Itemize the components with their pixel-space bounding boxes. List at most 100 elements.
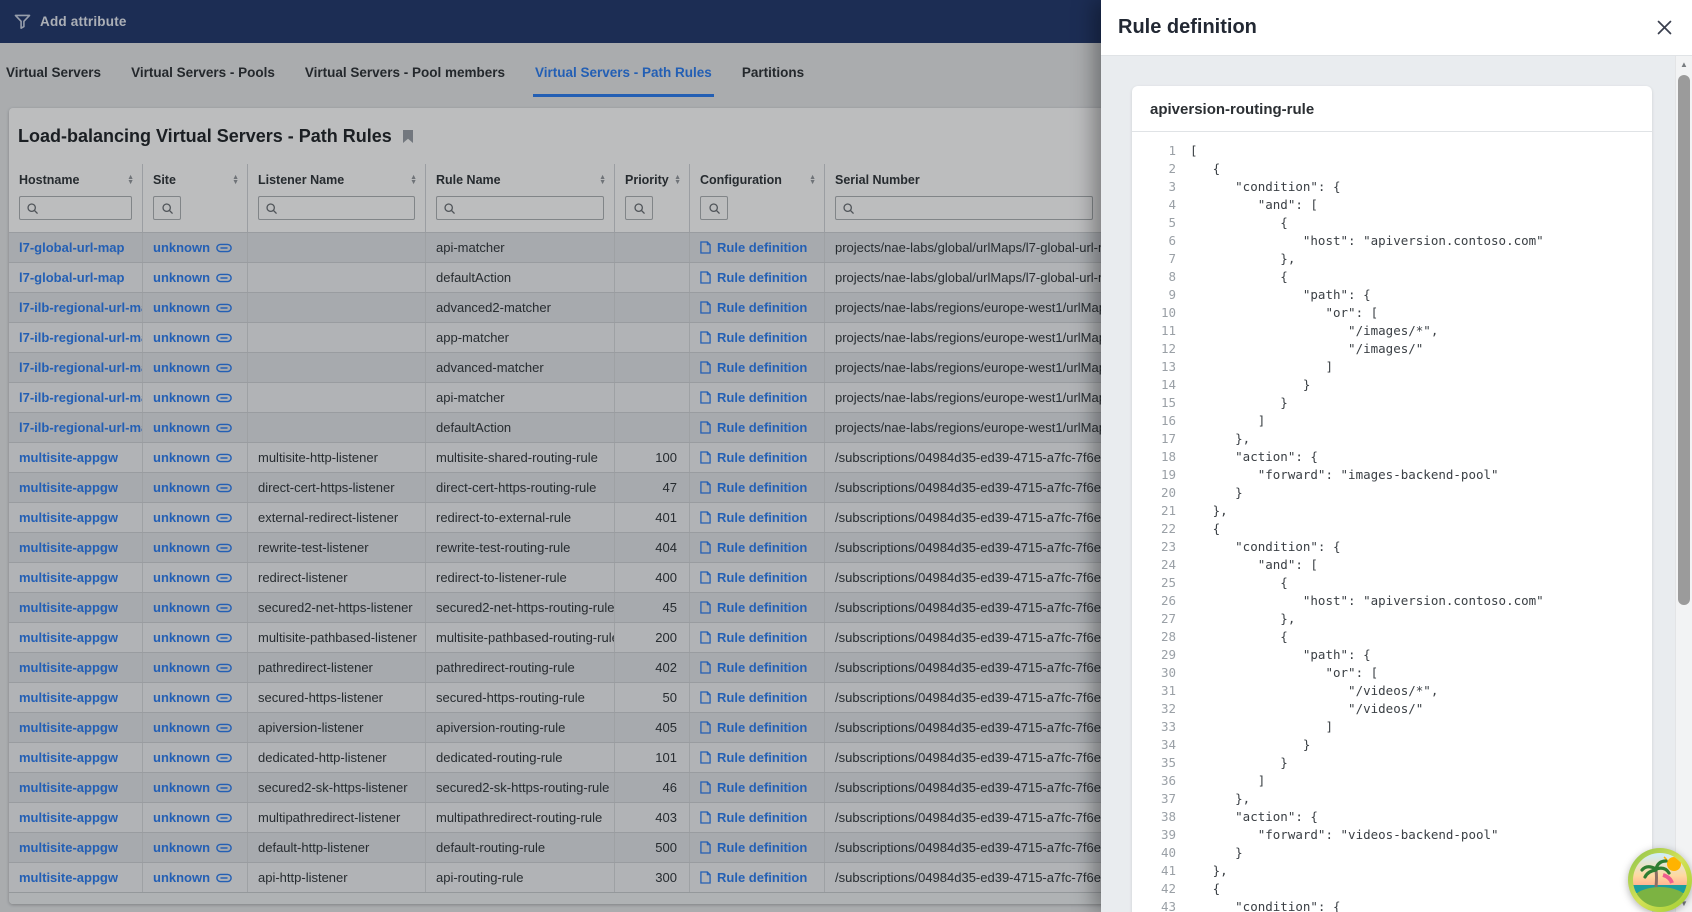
serial-number-value: /subscriptions/04984d35-ed39-4715-a7fc-7… <box>835 870 1101 885</box>
sort-arrows-icon[interactable]: ▲▼ <box>127 175 134 186</box>
rule-definition-link[interactable]: Rule definition <box>700 870 807 885</box>
site-link[interactable]: unknown <box>153 870 232 885</box>
drawer-scrollbar[interactable]: ▲ ▼ <box>1675 56 1692 912</box>
hostname-link[interactable]: l7-ilb-regional-url-map <box>19 330 143 345</box>
hostname-link[interactable]: multisite-appgw <box>19 810 118 825</box>
site-search-input[interactable] <box>153 196 181 220</box>
tab-virtual-servers[interactable]: Virtual Servers <box>4 65 103 97</box>
rule-definition-link[interactable]: Rule definition <box>700 420 807 435</box>
rule-definition-link[interactable]: Rule definition <box>700 300 807 315</box>
serial-number-cell: /subscriptions/04984d35-ed39-4715-a7fc-7… <box>825 653 1101 682</box>
rule-definition-link[interactable]: Rule definition <box>700 450 807 465</box>
site-link[interactable]: unknown <box>153 750 232 765</box>
rule-definition-link[interactable]: Rule definition <box>700 570 807 585</box>
rule-name-search-input[interactable] <box>436 196 604 220</box>
rule-definition-link[interactable]: Rule definition <box>700 510 807 525</box>
rule-definition-link[interactable]: Rule definition <box>700 330 807 345</box>
rule-definition-link[interactable]: Rule definition <box>700 480 807 495</box>
table-row: l7-ilb-regional-url-mapunknownapp-matche… <box>9 322 1101 352</box>
sort-arrows-icon[interactable]: ▲▼ <box>599 175 606 186</box>
listener-name-search-input[interactable] <box>258 196 415 220</box>
rule-definition-link[interactable]: Rule definition <box>700 360 807 375</box>
sort-arrows-icon[interactable]: ▲▼ <box>232 175 239 186</box>
rule-definition-link[interactable]: Rule definition <box>700 690 807 705</box>
site-link[interactable]: unknown <box>153 360 232 375</box>
site-link[interactable]: unknown <box>153 660 232 675</box>
rule-definition-link[interactable]: Rule definition <box>700 840 807 855</box>
rule-definition-link[interactable]: Rule definition <box>700 240 807 255</box>
site-link[interactable]: unknown <box>153 720 232 735</box>
sort-arrows-icon[interactable]: ▲▼ <box>410 175 417 186</box>
hostname-link[interactable]: l7-global-url-map <box>19 270 124 285</box>
rule-definition-link[interactable]: Rule definition <box>700 630 807 645</box>
rule-definition-link[interactable]: Rule definition <box>700 720 807 735</box>
rule-definition-link[interactable]: Rule definition <box>700 540 807 555</box>
hostname-link[interactable]: multisite-appgw <box>19 720 118 735</box>
scroll-up-arrow-icon[interactable]: ▲ <box>1676 60 1692 69</box>
hostname-link[interactable]: l7-ilb-regional-url-map <box>19 360 143 375</box>
bookmark-icon[interactable] <box>402 129 414 144</box>
rule-definition-link[interactable]: Rule definition <box>700 810 807 825</box>
rule-definition-drawer: Rule definition apiversion-routing-rule … <box>1101 0 1692 912</box>
rule-definition-link[interactable]: Rule definition <box>700 750 807 765</box>
site-link[interactable]: unknown <box>153 540 232 555</box>
rule-definition-link[interactable]: Rule definition <box>700 600 807 615</box>
hostname-link[interactable]: multisite-appgw <box>19 750 118 765</box>
rule-definition-link[interactable]: Rule definition <box>700 390 807 405</box>
sort-arrows-icon[interactable]: ▲▼ <box>674 175 681 186</box>
hostname-link[interactable]: multisite-appgw <box>19 660 118 675</box>
site-link[interactable]: unknown <box>153 690 232 705</box>
site-link[interactable]: unknown <box>153 270 232 285</box>
site-link[interactable]: unknown <box>153 570 232 585</box>
configuration-search-input[interactable] <box>700 196 728 220</box>
hostname-link[interactable]: l7-ilb-regional-url-map <box>19 390 143 405</box>
site-link[interactable]: unknown <box>153 600 232 615</box>
hostname-link[interactable]: multisite-appgw <box>19 780 118 795</box>
site-link[interactable]: unknown <box>153 840 232 855</box>
site-link[interactable]: unknown <box>153 330 232 345</box>
site-link[interactable]: unknown <box>153 510 232 525</box>
hostname-link[interactable]: l7-global-url-map <box>19 240 124 255</box>
serial-number-search-input[interactable] <box>835 196 1093 220</box>
site-link[interactable]: unknown <box>153 420 232 435</box>
site-link[interactable]: unknown <box>153 630 232 645</box>
site-link[interactable]: unknown <box>153 780 232 795</box>
tab-virtual-servers-pools[interactable]: Virtual Servers - Pools <box>129 65 277 97</box>
hostname-link[interactable]: multisite-appgw <box>19 540 118 555</box>
funnel-icon[interactable] <box>14 14 31 29</box>
rule-definition-link[interactable]: Rule definition <box>700 780 807 795</box>
site-link[interactable]: unknown <box>153 300 232 315</box>
tab-virtual-servers-path-rules[interactable]: Virtual Servers - Path Rules <box>533 65 714 97</box>
hostname-link[interactable]: multisite-appgw <box>19 480 118 495</box>
hostname-link[interactable]: l7-ilb-regional-url-map <box>19 300 143 315</box>
hostname-link[interactable]: multisite-appgw <box>19 870 118 885</box>
hostname-link[interactable]: multisite-appgw <box>19 570 118 585</box>
site-link[interactable]: unknown <box>153 810 232 825</box>
hostname-link[interactable]: multisite-appgw <box>19 840 118 855</box>
hostname-link[interactable]: multisite-appgw <box>19 690 118 705</box>
tab-partitions[interactable]: Partitions <box>740 65 806 97</box>
tab-virtual-servers-pool-members[interactable]: Virtual Servers - Pool members <box>303 65 507 97</box>
sort-arrows-icon[interactable]: ▲▼ <box>809 175 816 186</box>
tropical-island-icon[interactable] <box>1627 847 1692 912</box>
site-link[interactable]: unknown <box>153 240 232 255</box>
scrollbar-thumb[interactable] <box>1678 75 1690 605</box>
rule-definition-link[interactable]: Rule definition <box>700 270 807 285</box>
close-icon[interactable] <box>1650 14 1678 42</box>
rule-definition-link[interactable]: Rule definition <box>700 660 807 675</box>
add-attribute-button[interactable]: Add attribute <box>40 14 127 29</box>
priority-cell: 403 <box>615 803 690 832</box>
hostname-link[interactable]: l7-ilb-regional-url-map <box>19 420 143 435</box>
site-link[interactable]: unknown <box>153 450 232 465</box>
site-link[interactable]: unknown <box>153 390 232 405</box>
priority-search-input[interactable] <box>625 196 653 220</box>
hostname-link[interactable]: multisite-appgw <box>19 630 118 645</box>
hostname-link[interactable]: multisite-appgw <box>19 510 118 525</box>
code-text: }, <box>1190 790 1250 808</box>
site-link[interactable]: unknown <box>153 480 232 495</box>
hostname-search-input[interactable] <box>19 196 132 220</box>
hostname-link[interactable]: multisite-appgw <box>19 450 118 465</box>
code-text: } <box>1190 484 1243 502</box>
hostname-link[interactable]: multisite-appgw <box>19 600 118 615</box>
column-header-row: Hostname▲▼Site▲▼Listener Name▲▼Rule Name… <box>9 164 1101 196</box>
